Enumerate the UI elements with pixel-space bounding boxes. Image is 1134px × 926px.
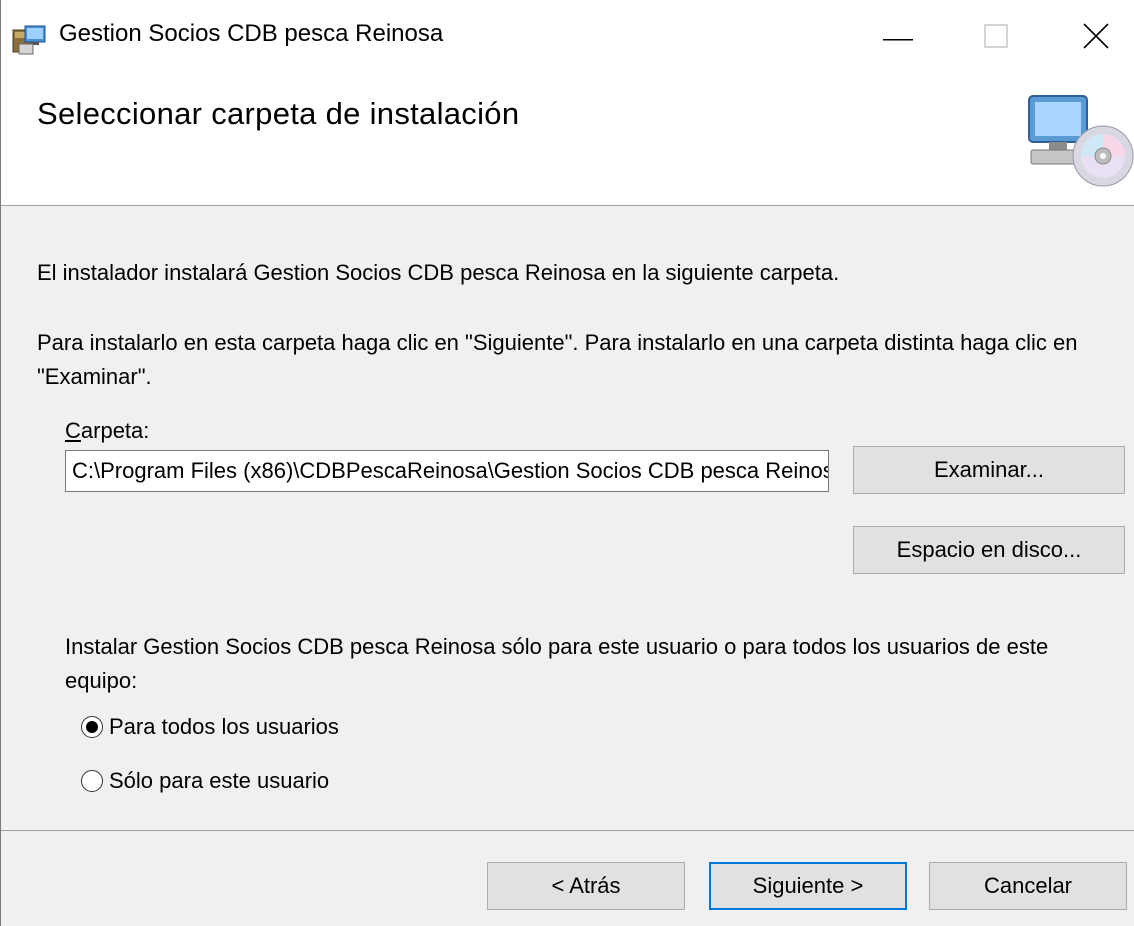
folder-label: Carpeta:: [65, 418, 149, 444]
window-title: Gestion Socios CDB pesca Reinosa: [59, 20, 444, 47]
folder-path-input[interactable]: C:\Program Files (x86)\CDBPescaReinosa\G…: [65, 450, 829, 492]
installer-package-icon: [11, 22, 47, 56]
folder-label-text: arpeta:: [80, 418, 150, 443]
disk-space-button[interactable]: Espacio en disco...: [853, 526, 1125, 574]
page-title: Seleccionar carpeta de instalación: [37, 96, 520, 131]
title-bar: Gestion Socios CDB pesca Reinosa: [1, 0, 1134, 76]
minimize-button[interactable]: [853, 0, 943, 76]
browse-button[interactable]: Examinar...: [853, 446, 1125, 494]
maximize-icon: [984, 23, 1008, 53]
radio-this-user[interactable]: Sólo para este usuario: [81, 768, 329, 794]
installer-window: Gestion Socios CDB pesca Reinosa Selecci…: [0, 0, 1134, 926]
close-button[interactable]: [1051, 0, 1134, 76]
computer-cd-icon: [1019, 86, 1134, 196]
minimize-icon: [883, 29, 913, 47]
maximize-button[interactable]: [951, 0, 1041, 76]
back-button[interactable]: < Atrás: [487, 862, 685, 910]
radio-all-users-label: Para todos los usuarios: [109, 714, 339, 739]
instructions-text: Para instalarlo en esta carpeta haga cli…: [37, 330, 1078, 389]
footer-separator: [1, 830, 1134, 831]
radio-button-checked[interactable]: [81, 716, 103, 738]
close-icon: [1083, 22, 1109, 54]
radio-all-users[interactable]: Para todos los usuarios: [81, 714, 339, 740]
header-banner: Seleccionar carpeta de instalación: [1, 76, 1134, 206]
install-scope-text: Instalar Gestion Socios CDB pesca Reinos…: [65, 634, 1049, 693]
cancel-button[interactable]: Cancelar: [929, 862, 1127, 910]
radio-this-user-label: Sólo para este usuario: [109, 768, 330, 793]
intro-text: El instalador instalará Gestion Socios C…: [37, 260, 840, 285]
radio-button-unchecked[interactable]: [81, 770, 103, 792]
folder-label-mnemonic: C: [65, 418, 81, 443]
next-button[interactable]: Siguiente >: [709, 862, 907, 910]
